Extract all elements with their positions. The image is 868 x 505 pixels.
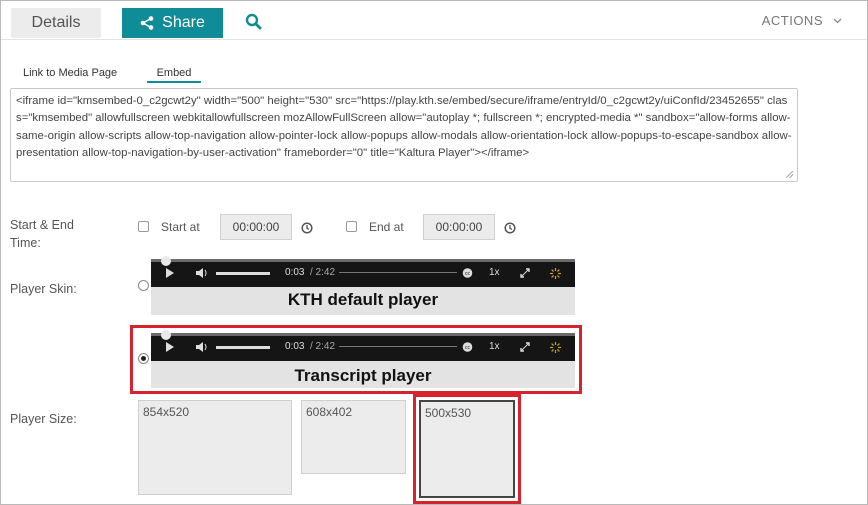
start-at-checkbox[interactable]	[138, 221, 149, 232]
cc-icon: cc	[462, 268, 473, 278]
embed-code-text: <iframe id="kmsembed-0_c2gcwt2y" width="…	[16, 95, 792, 159]
skin-name: KTH default player	[287, 290, 439, 309]
size-option-608x402[interactable]: 608x402	[301, 400, 406, 474]
player-size-label: Player Size:	[10, 412, 77, 426]
player-control-bar: 0:03 / 2:42 cc 1x	[151, 256, 575, 287]
volume-icon	[196, 268, 207, 278]
size-option-854x520[interactable]: 854x520	[138, 400, 292, 495]
speed-label: 1x	[489, 267, 500, 278]
svg-text:cc: cc	[465, 271, 471, 277]
share-button-label: Share	[162, 14, 205, 31]
skin-name: Transcript player	[294, 366, 432, 385]
skin-preview-default[interactable]: 0:03 / 2:42 cc 1x KTH default player	[151, 256, 575, 315]
header-divider	[1, 39, 867, 40]
embed-code-textarea[interactable]: <iframe id="kmsembed-0_c2gcwt2y" width="…	[10, 88, 798, 182]
clock-icon	[301, 222, 313, 234]
scrubber-track	[151, 256, 575, 266]
fullscreen-icon	[520, 268, 530, 278]
duration: / 2:42	[310, 341, 336, 352]
tab-embed-label: Embed	[156, 67, 192, 79]
resize-handle[interactable]	[786, 171, 793, 178]
size-option-label: 608x402	[306, 405, 353, 419]
loading-spinner-icon	[550, 268, 561, 279]
loading-spinner-icon	[550, 342, 561, 353]
start-end-time-label: Start & End Time:	[10, 218, 74, 250]
skin-radio-default[interactable]	[138, 280, 149, 291]
play-icon	[166, 268, 174, 278]
end-time-value: 00:00:00	[435, 220, 483, 234]
scrubber-knob	[161, 330, 171, 340]
start-time-input[interactable]: 00:00:00	[220, 214, 292, 240]
end-at-checkbox[interactable]	[346, 221, 357, 232]
chevron-down-icon	[833, 18, 842, 23]
volume-slider	[216, 272, 270, 275]
tab-details-label: Details	[31, 14, 81, 31]
size-option-500x530[interactable]: 500x530	[419, 400, 515, 498]
cc-icon: cc	[462, 342, 473, 352]
tab-embed[interactable]: Embed	[147, 67, 201, 83]
progress-track	[339, 346, 457, 347]
tab-details[interactable]: Details	[11, 8, 101, 38]
size-option-label: 500x530	[425, 406, 472, 420]
volume-slider	[216, 346, 270, 349]
player-control-bar: 0:03 / 2:42 cc 1x	[151, 330, 575, 361]
fullscreen-icon	[520, 342, 530, 352]
scrubber-knob	[161, 256, 171, 266]
search-icon[interactable]	[244, 12, 264, 32]
progress-track	[339, 272, 457, 273]
start-time-value: 00:00:00	[232, 220, 280, 234]
duration: / 2:42	[310, 267, 336, 278]
clock-icon	[504, 222, 516, 234]
player-skin-label: Player Skin:	[10, 282, 77, 296]
share-icon	[140, 16, 154, 30]
play-icon	[166, 342, 174, 352]
svg-text:cc: cc	[465, 345, 471, 351]
end-time-input[interactable]: 00:00:00	[423, 214, 495, 240]
volume-icon	[196, 342, 207, 352]
tab-link-label: Link to Media Page	[23, 67, 118, 79]
scrubber-track	[151, 330, 575, 340]
tab-link-to-media-page[interactable]: Link to Media Page	[23, 67, 117, 79]
speed-label: 1x	[489, 341, 500, 352]
end-at-label: End at	[369, 220, 404, 234]
actions-label: ACTIONS	[761, 13, 823, 28]
skin-preview-transcript[interactable]: 0:03 / 2:42 cc 1x Transcript player	[151, 330, 575, 388]
current-time: 0:03	[285, 267, 305, 278]
actions-menu[interactable]: ACTIONS	[762, 13, 842, 28]
current-time: 0:03	[285, 341, 305, 352]
size-option-label: 854x520	[143, 405, 190, 419]
share-button[interactable]: Share	[122, 8, 223, 38]
start-at-label: Start at	[161, 220, 200, 234]
skin-radio-transcript[interactable]	[138, 353, 149, 364]
